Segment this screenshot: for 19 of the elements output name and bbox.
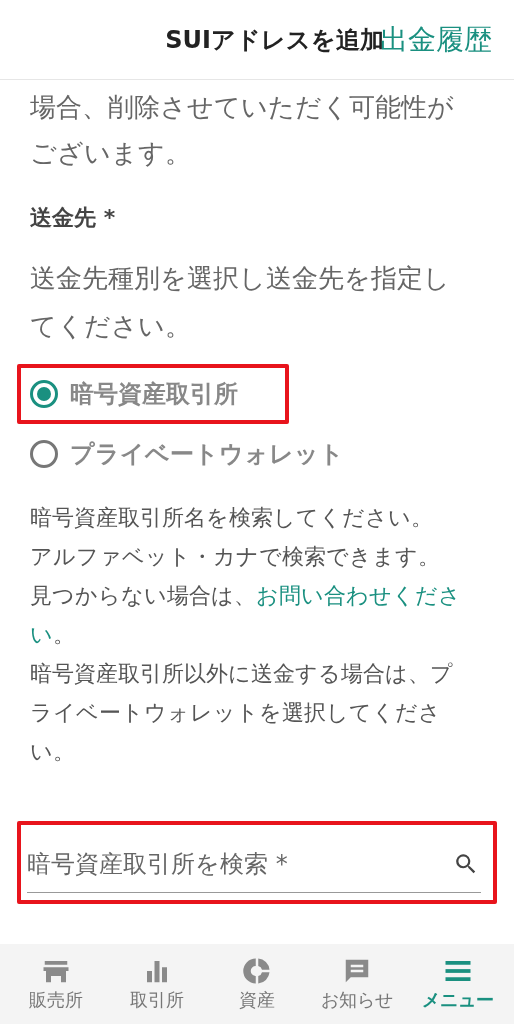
search-field[interactable]: 暗号資産取引所を検索 * xyxy=(27,835,481,893)
radio-option[interactable]: プライベートウォレット xyxy=(30,436,344,472)
nav-tab[interactable]: 取引所 xyxy=(108,956,205,1012)
nav-tab[interactable]: 販売所 xyxy=(8,956,105,1012)
section-label: 送金先 * xyxy=(30,204,116,232)
help-text: アルファベット・カナで検索できます。 xyxy=(30,543,441,571)
help-text: 見つからない場合は、お問い合わせくださ い。 xyxy=(30,582,462,649)
contact-link[interactable]: お問い合わせくださ xyxy=(256,583,461,608)
nav-tab[interactable]: メニュー xyxy=(409,956,506,1012)
pie-chart-icon xyxy=(241,956,272,986)
nav-tab[interactable]: お知らせ xyxy=(309,956,406,1012)
radio-option[interactable]: 暗号資産取引所 xyxy=(30,376,238,412)
help-text: 暗号資産取引所以外に送金する場合は、プライベートウォレットを選択してください。 xyxy=(30,660,454,766)
history-link[interactable]: 出金履歴 xyxy=(380,18,492,61)
instruction-text: 送金先種別を選択し送金先を指定してください。 xyxy=(30,262,451,343)
notice-text: 場合、削除させていただく可能性がございます。 xyxy=(30,91,455,170)
nav-tab[interactable]: 資産 xyxy=(208,956,305,1012)
help-text: 暗号資産取引所名を検索してください。 xyxy=(30,504,434,532)
contact-link[interactable]: い xyxy=(30,622,53,647)
